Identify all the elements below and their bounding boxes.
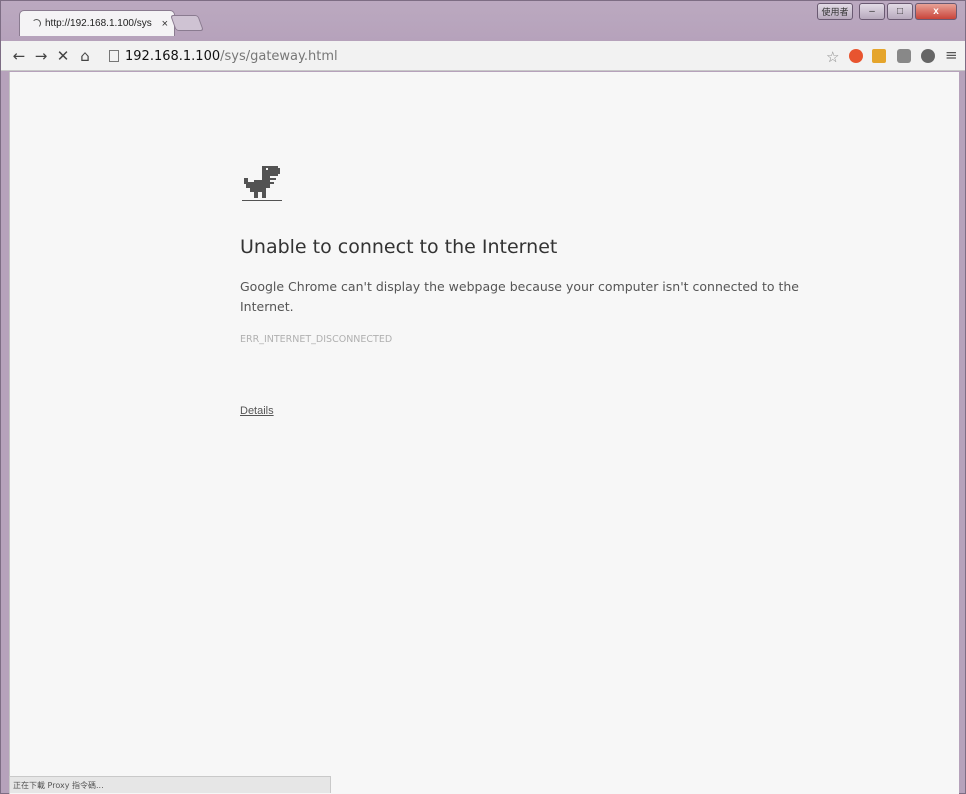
bookmark-star-icon[interactable]: ☆ [826,48,839,66]
back-arrow-icon[interactable]: ← [9,46,29,66]
error-heading: Unable to connect to the Internet [240,236,558,258]
close-window-button[interactable]: x [915,3,957,20]
title-bar: http://192.168.1.100/sys × 使用者 – □ x [1,1,965,41]
home-icon[interactable]: ⌂ [75,46,95,66]
error-description: Google Chrome can't display the webpage … [240,279,799,314]
yellow-extension-icon[interactable] [872,49,886,63]
page-content: Unable to connect to the Internet Google… [9,72,959,794]
chrome-menu-icon[interactable]: ≡ [945,46,958,64]
details-link[interactable]: Details [240,405,274,417]
new-tab-button[interactable] [170,15,204,31]
puzzle-extension-icon[interactable] [897,49,911,63]
page-icon [109,50,119,62]
browser-tab[interactable]: http://192.168.1.100/sys × [19,10,175,36]
error-code: ERR_INTERNET_DISCONNECTED [240,334,393,345]
offline-dinosaur-icon [242,166,282,201]
window-controls: 使用者 – □ x [817,3,957,20]
address-bar[interactable]: 192.168.1.100/sys/gateway.html [109,45,849,67]
status-bubble: 正在下載 Proxy 指令碼... [9,776,331,793]
forward-arrow-icon[interactable]: → [31,46,51,66]
loading-spinner-icon [32,19,41,28]
url-path: /sys/gateway.html [220,48,338,64]
browser-window: http://192.168.1.100/sys × 使用者 – □ x ← →… [0,0,966,794]
tab-close-icon[interactable]: × [162,18,168,30]
red-extension-icon[interactable] [849,49,863,63]
stop-loading-icon[interactable]: ✕ [53,46,73,66]
gray-circle-extension-icon[interactable] [921,49,935,63]
maximize-button[interactable]: □ [887,3,913,20]
minimize-button[interactable]: – [859,3,885,20]
browser-toolbar: ← → ✕ ⌂ 192.168.1.100/sys/gateway.html ☆… [1,41,965,71]
url-host: 192.168.1.100 [125,48,221,64]
tab-title: http://192.168.1.100/sys [45,18,152,29]
user-profile-button[interactable]: 使用者 [817,3,853,20]
